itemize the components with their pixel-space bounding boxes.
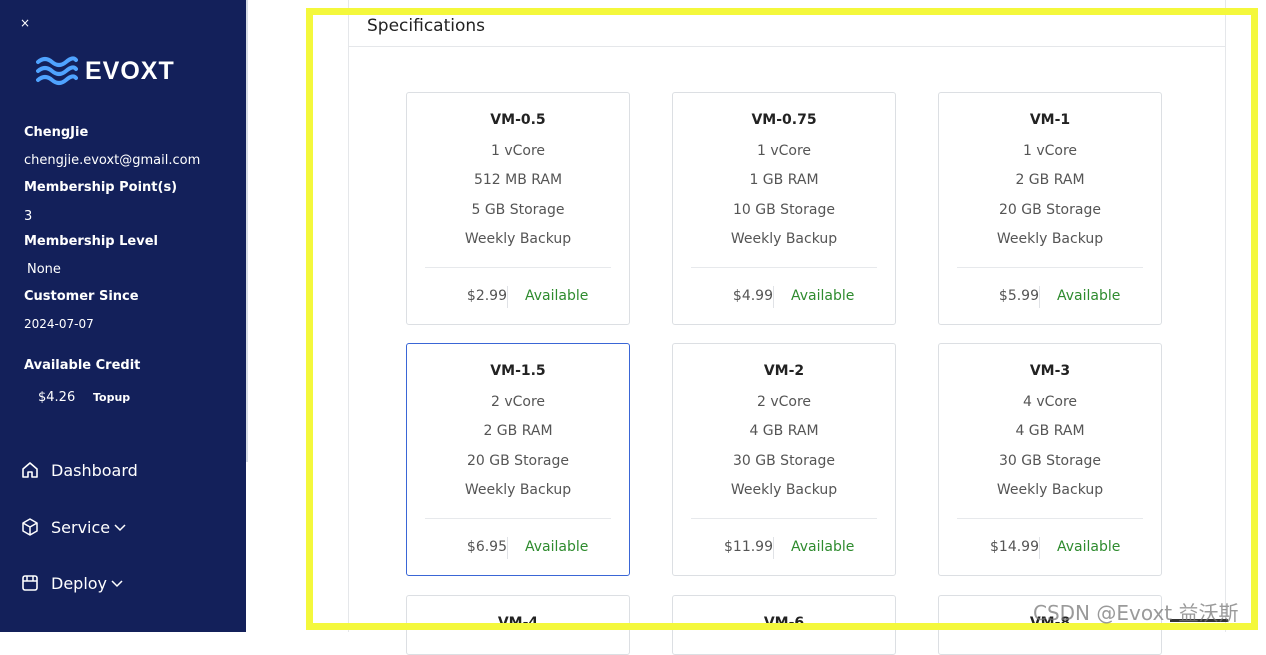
nav-service[interactable]: Service bbox=[20, 517, 127, 537]
cube-icon bbox=[22, 518, 38, 536]
membership-level-value: None bbox=[27, 262, 61, 277]
deploy-icon bbox=[22, 575, 38, 591]
chevron-down-icon bbox=[111, 580, 123, 588]
nav-deploy[interactable]: Deploy bbox=[20, 573, 124, 593]
customer-since-value: 2024-07-07 bbox=[24, 317, 94, 331]
chevron-down-icon bbox=[114, 524, 126, 532]
membership-level-label: Membership Level bbox=[24, 234, 158, 249]
sidebar-divider bbox=[246, 0, 248, 462]
highlight-frame bbox=[306, 8, 1258, 630]
brand-name: EVOXT bbox=[85, 56, 175, 85]
available-credit-value: $4.26 bbox=[38, 390, 76, 405]
nav-service-label: Service bbox=[51, 517, 111, 537]
user-name: ChengJie bbox=[24, 125, 89, 140]
nav-dashboard-label: Dashboard bbox=[51, 460, 138, 480]
membership-points-label: Membership Point(s) bbox=[24, 180, 178, 195]
nav-dashboard[interactable]: Dashboard bbox=[20, 460, 138, 480]
user-email: chengjie.evoxt@gmail.com bbox=[24, 153, 201, 168]
available-credit-label: Available Credit bbox=[24, 358, 141, 373]
sidebar: × EVOXT ChengJie chengjie.evoxt@gmail.co… bbox=[0, 0, 246, 632]
brand-logo[interactable]: EVOXT bbox=[36, 54, 175, 88]
home-icon bbox=[22, 462, 38, 478]
customer-since-label: Customer Since bbox=[24, 289, 139, 304]
membership-points-value: 3 bbox=[24, 209, 33, 224]
nav-deploy-label: Deploy bbox=[51, 573, 108, 593]
close-sidebar-button[interactable]: × bbox=[20, 16, 30, 30]
watermark-text: CSDN @Evoxt 益沃斯 bbox=[1033, 601, 1239, 625]
evoxt-waves-icon bbox=[36, 56, 78, 85]
topup-button[interactable]: Topup bbox=[93, 391, 130, 404]
